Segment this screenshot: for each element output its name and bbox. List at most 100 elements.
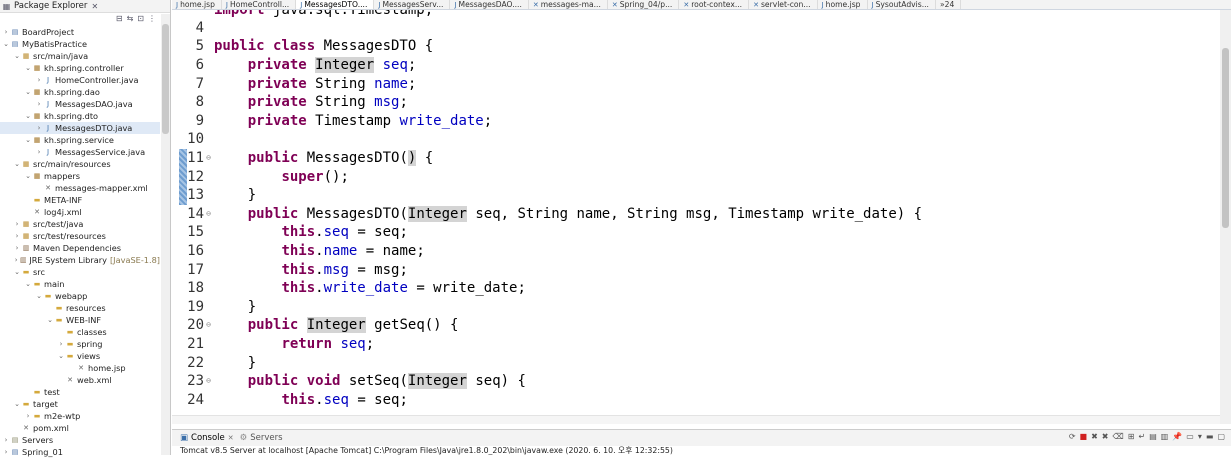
code-line[interactable]: this.seq = seq; [214,223,407,242]
tab-servers[interactable]: ⚙ Servers [240,433,283,443]
word-wrap-icon[interactable]: ↵ [1139,432,1146,441]
chevron-right-icon[interactable]: › [2,434,10,446]
tree-item[interactable]: ▬ classes [0,326,160,338]
code-line[interactable]: private String name; [214,75,417,94]
terminate-icon[interactable]: ■ [1080,432,1088,441]
code-line[interactable]: public class MessagesDTO { [214,37,433,56]
chevron-right-icon[interactable]: › [35,98,43,110]
chevron-down-icon[interactable]: ⌄ [57,350,65,362]
tree-item[interactable]: ⌄ ▬ target [0,398,160,410]
tree-item[interactable]: ▬ META-INF [0,194,160,206]
editor-tab[interactable]: J MessagesServ... [374,0,451,9]
tree-item[interactable]: ⌄ ▦ src/main/java [0,50,160,62]
code-line[interactable]: this.msg = msg; [214,261,407,280]
tree-item[interactable]: › J HomeController.java [0,74,160,86]
fold-toggle-icon[interactable]: ⊖ [206,316,211,335]
editor-tab[interactable]: Jhome.jsp [172,0,222,9]
tree-item[interactable]: › ▬ m2e-wtp [0,410,160,422]
tree-item[interactable]: ⌄ ▦ mappers [0,170,160,182]
editor-tab[interactable]: ✕ root-contex... [679,0,750,9]
link-with-editor-icon[interactable]: ⇆ [127,14,134,26]
chevron-down-icon[interactable]: ⌄ [24,110,32,122]
code-line[interactable]: } [214,186,256,205]
code-line[interactable]: } [214,354,256,373]
tree-item[interactable]: ⌄ ▬ src [0,266,160,278]
view-menu-icon[interactable]: ⋮ [148,14,156,26]
open-console-icon[interactable]: ▾ [1198,432,1202,441]
chevron-down-icon[interactable]: ⌄ [24,86,32,98]
tree-item[interactable]: › J MessagesService.java [0,146,160,158]
chevron-right-icon[interactable]: › [2,26,10,38]
chevron-right-icon[interactable]: › [35,74,43,86]
editor-vertical-scrollbar[interactable] [1220,10,1231,424]
tree-item[interactable]: ⌄ ▤ MyBatisPractice [0,38,160,50]
code-line[interactable]: public void setSeq(Integer seq) { [214,372,526,391]
minimize-icon[interactable]: ▬ [1206,432,1214,441]
chevron-down-icon[interactable]: ⌄ [13,266,21,278]
restart-icon[interactable]: ⟳ [1069,432,1076,441]
close-icon[interactable]: ✕ [228,434,234,442]
scrollbar-thumb[interactable] [1222,48,1229,228]
tree-item[interactable]: ⌄ ▦ kh.spring.dao [0,86,160,98]
tree-item[interactable]: ⌄ ▦ kh.spring.service [0,134,160,146]
chevron-down-icon[interactable]: ⌄ [24,62,32,74]
code-line[interactable]: return seq; [214,335,374,354]
scroll-lock-icon[interactable]: ⊞ [1128,432,1135,441]
chevron-right-icon[interactable]: › [35,122,43,134]
code-line[interactable]: private Integer seq; [214,56,416,75]
code-line[interactable]: private Timestamp write_date; [214,112,492,131]
editor-tab[interactable]: J MessagesDAO.... [450,0,529,9]
remove-all-icon[interactable]: ✖ [1102,432,1109,441]
tree-item[interactable]: › ▥ Maven Dependencies [0,242,160,254]
editor-tab[interactable]: Jhome.jsp [818,0,868,9]
tree-item[interactable]: ⌄ ▬ views [0,350,160,362]
show-on-error-icon[interactable]: ▥ [1161,432,1169,441]
chevron-right-icon[interactable]: › [13,218,21,230]
code-line[interactable]: public Integer getSeq() { [214,316,458,335]
tree-item[interactable]: ⌄ ▦ src/main/resources [0,158,160,170]
pin-console-icon[interactable]: 📌 [1172,432,1182,441]
editor-tab[interactable]: J SysoutAdvis... [868,0,936,9]
editor-tab[interactable]: ✕ Spring_04/p... [608,0,680,9]
editor-tab[interactable]: J HomeControll... [222,0,297,9]
fold-toggle-icon[interactable]: ⊖ [206,372,211,391]
display-console-icon[interactable]: ▭ [1186,432,1194,441]
code-line[interactable]: this.name = name; [214,242,424,261]
chevron-down-icon[interactable]: ⌄ [35,290,43,302]
code-line[interactable]: public MessagesDTO(Integer seq, String n… [214,205,922,224]
chevron-down-icon[interactable]: ⌄ [24,134,32,146]
tree-item[interactable]: › ▤ Spring_01 [0,446,160,458]
chevron-down-icon[interactable]: ⌄ [13,50,21,62]
chevron-down-icon[interactable]: ⌄ [13,398,21,410]
tree-item[interactable]: ✕ web.xml [0,374,160,386]
tree-item[interactable]: › ▦ src/test/java [0,218,160,230]
package-explorer-scrollbar[interactable] [161,14,170,455]
chevron-down-icon[interactable]: ⌄ [13,158,21,170]
fold-toggle-icon[interactable]: ⊖ [206,205,211,224]
chevron-right-icon[interactable]: › [57,338,65,350]
editor-tab[interactable]: J MessagesDTO.... [296,0,375,9]
tree-item[interactable]: ✕ pom.xml [0,422,160,434]
code-line[interactable]: private String msg; [214,93,408,112]
chevron-right-icon[interactable]: › [13,230,21,242]
editor-horizontal-scrollbar[interactable] [172,415,1220,424]
code-line[interactable]: super(); [214,168,348,187]
editor-tab[interactable]: »24 [936,0,962,9]
chevron-down-icon[interactable]: ⌄ [46,314,54,326]
chevron-down-icon[interactable]: ⌄ [24,170,32,182]
clear-console-icon[interactable]: ⌫ [1112,432,1123,441]
tree-item[interactable]: ✕ home.jsp [0,362,160,374]
code-editor[interactable]: 4 5 6 7 8 9 10 11 ⊖ 12 13 14 ⊖ 15 16 17 18 19 20 ⊖ 21 22 23 ⊖ 24… [172,10,1220,416]
code-line[interactable]: this.seq = seq; [214,391,407,410]
tree-item[interactable]: ⌄ ▦ kh.spring.dto [0,110,160,122]
scrollbar-thumb[interactable] [162,24,169,134]
maximize-icon[interactable]: ▢ [1217,432,1225,441]
collapse-all-icon[interactable]: ⊟ [116,14,123,26]
fold-toggle-icon[interactable]: ⊖ [206,149,211,168]
tree-item[interactable]: ✕ messages-mapper.xml [0,182,160,194]
chevron-right-icon[interactable]: › [35,146,43,158]
package-explorer-title[interactable]: Package Explorer [14,1,87,11]
code-line[interactable]: } [214,298,256,317]
chevron-right-icon[interactable]: › [13,242,21,254]
tree-item[interactable]: ✕ log4j.xml [0,206,160,218]
